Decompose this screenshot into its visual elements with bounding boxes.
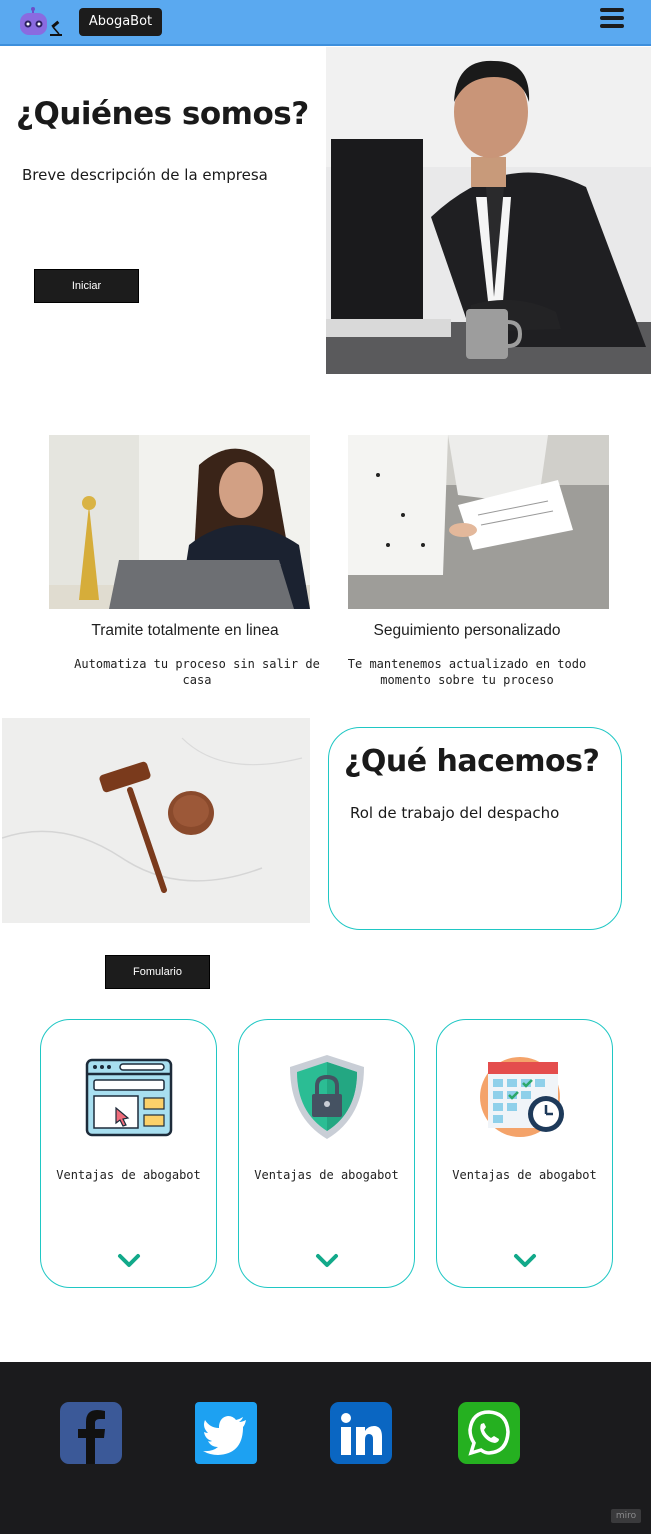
feature-desc-tracking: Te mantenemos actualizado en todo moment… <box>347 657 587 687</box>
feature-desc-online: Automatiza tu proceso sin salir de casa <box>74 657 320 687</box>
feature-title-tracking: Seguimiento personalizado <box>373 622 561 639</box>
shield-lock-icon <box>282 1052 372 1142</box>
page-title: ¿Quiénes somos? <box>16 96 309 132</box>
facebook-icon[interactable] <box>59 1401 123 1465</box>
brand-button[interactable]: AbogaBot <box>79 8 162 36</box>
linkedin-icon[interactable] <box>329 1401 393 1465</box>
gavel-photo <box>1 718 310 923</box>
start-button[interactable]: Iniciar <box>34 269 139 303</box>
benefit-label: Ventajas de abogabot <box>452 1168 597 1182</box>
chevron-down-icon[interactable] <box>315 1252 339 1270</box>
browser-window-icon <box>84 1052 174 1142</box>
whatsapp-icon[interactable] <box>457 1401 521 1465</box>
lawyer-at-desk-photo <box>326 47 651 374</box>
what-we-do-title: ¿Qué hacemos? <box>344 744 600 779</box>
form-button[interactable]: Fomulario <box>105 955 210 989</box>
twitter-icon[interactable] <box>194 1401 258 1465</box>
company-description: Breve descripción de la empresa <box>22 166 268 184</box>
chevron-down-icon[interactable] <box>513 1252 537 1270</box>
robot-gavel-icon[interactable] <box>16 6 64 38</box>
miro-badge: miro <box>611 1509 641 1523</box>
what-we-do-description: Rol de trabajo del despacho <box>350 804 560 822</box>
feature-title-online: Tramite totalmente en linea <box>91 622 279 639</box>
benefit-label: Ventajas de abogabot <box>56 1168 201 1182</box>
calendar-clock-icon <box>480 1052 570 1142</box>
woman-laptop-photo <box>49 435 310 609</box>
documents-signing-photo <box>348 435 609 609</box>
hamburger-menu-icon[interactable] <box>600 8 624 30</box>
chevron-down-icon[interactable] <box>117 1252 141 1270</box>
benefit-label: Ventajas de abogabot <box>254 1168 399 1182</box>
